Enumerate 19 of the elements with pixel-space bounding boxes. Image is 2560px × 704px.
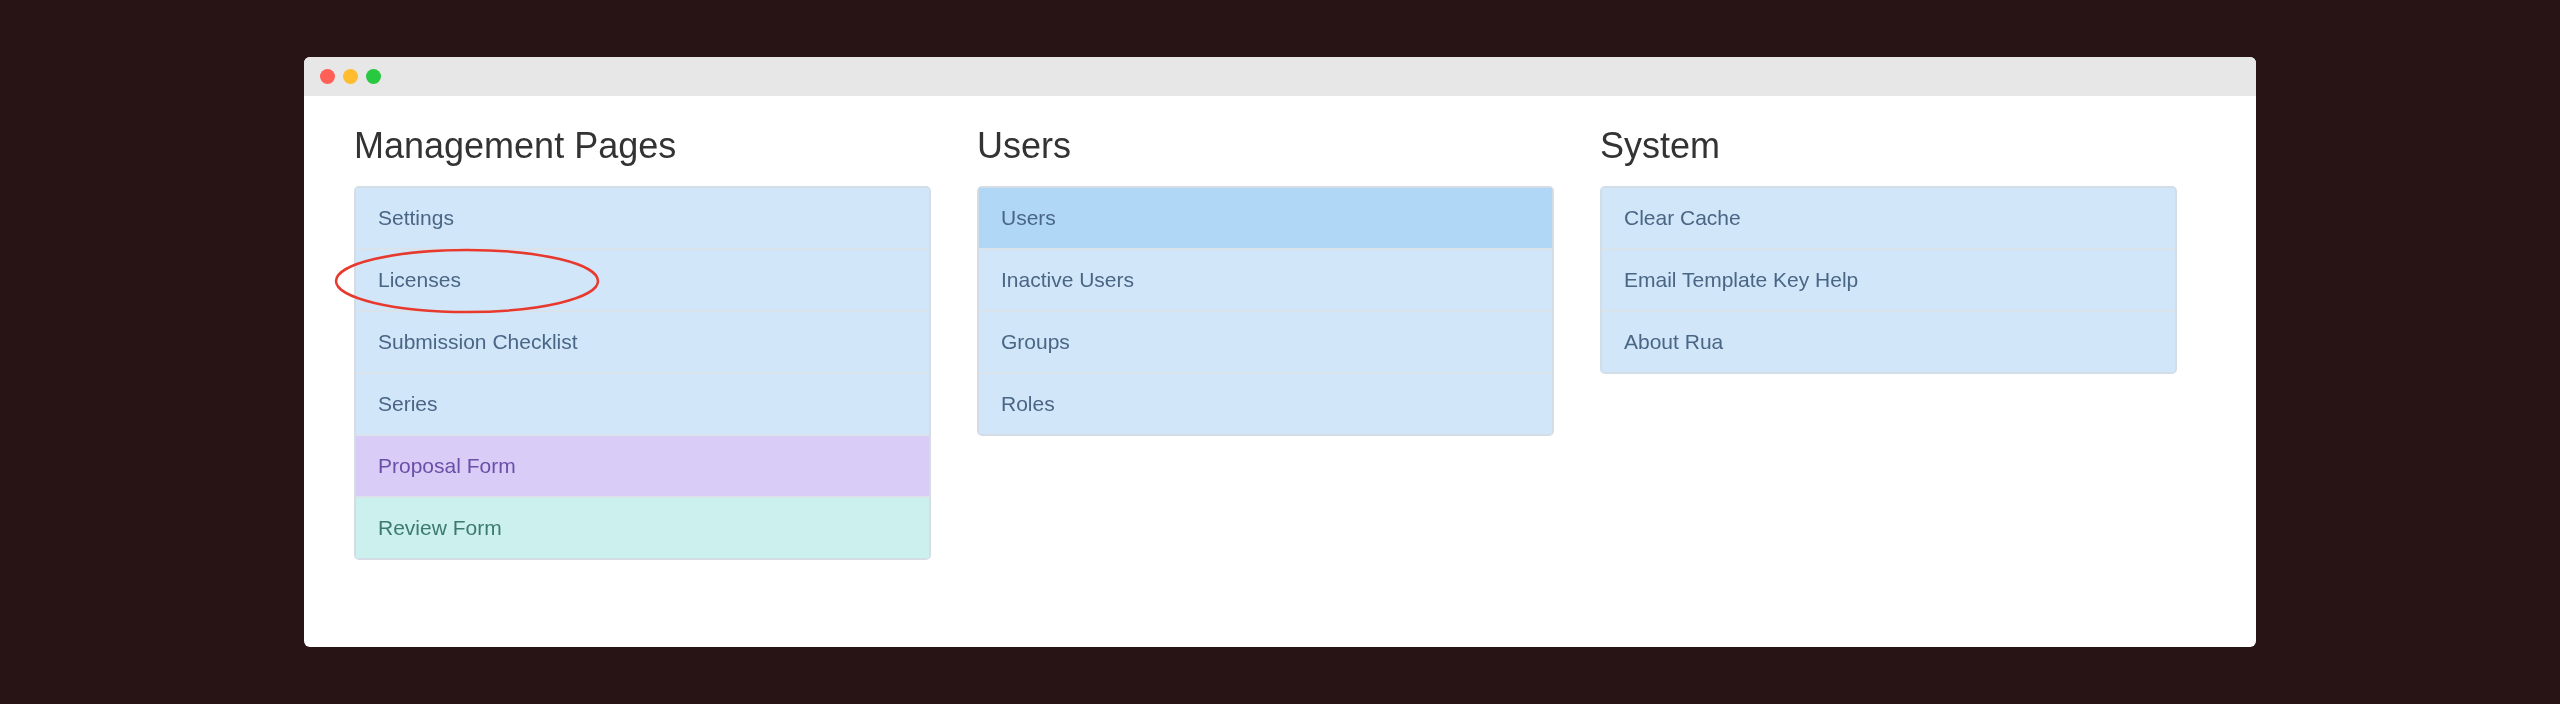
list-item[interactable]: Proposal Form	[356, 436, 929, 496]
section-heading: Management Pages	[354, 124, 678, 168]
minimize-icon[interactable]	[343, 69, 358, 84]
list-item[interactable]: Groups	[979, 312, 1552, 372]
section-heading: System	[1600, 124, 1722, 168]
maximize-icon[interactable]	[366, 69, 381, 84]
list-item[interactable]: About Rua	[1602, 312, 2175, 372]
list-item[interactable]: Submission Checklist	[356, 312, 929, 372]
close-icon[interactable]	[320, 69, 335, 84]
list-item[interactable]: Email Template Key Help	[1602, 250, 2175, 310]
list-item[interactable]: Inactive Users	[979, 250, 1552, 310]
list-item[interactable]: Roles	[979, 374, 1552, 434]
list-item[interactable]: Licenses	[356, 250, 929, 310]
list-item[interactable]: Clear Cache	[1602, 188, 2175, 248]
list-item[interactable]: Users	[979, 188, 1552, 248]
list-item[interactable]: Review Form	[356, 498, 929, 558]
list-item[interactable]: Settings	[356, 188, 929, 248]
list-item[interactable]: Series	[356, 374, 929, 434]
section-heading: Users	[977, 124, 1072, 168]
